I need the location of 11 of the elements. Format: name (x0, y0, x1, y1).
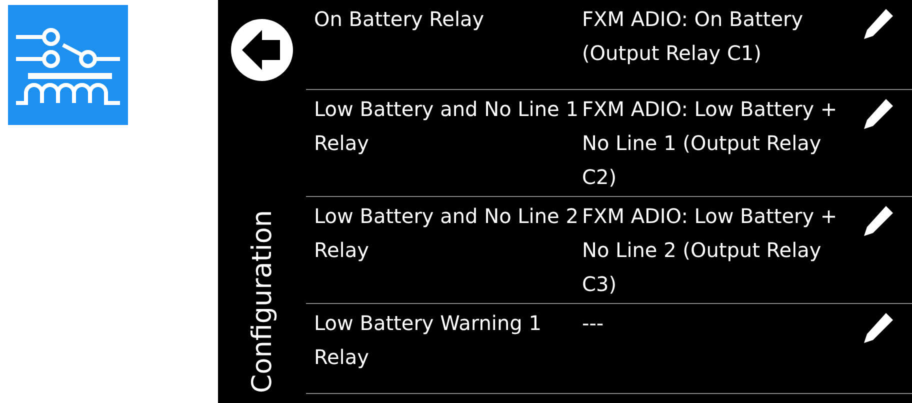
back-button[interactable] (230, 18, 294, 82)
relay-icon (8, 5, 128, 125)
setting-label: On Battery Relay (314, 6, 486, 33)
setting-label: Low Battery Warning 1 Relay (314, 310, 542, 371)
setting-value: FXM ADIO: Low Battery + No Line 2 (Output Relay C3) (582, 203, 838, 298)
setting-label: Low Battery and No Line 1 Relay (314, 96, 580, 157)
setting-label: Low Battery and No Line 2 Relay (314, 203, 580, 264)
setting-value: FXM ADIO: On Battery (Output Relay C1) (582, 6, 804, 67)
setting-value: --- (582, 310, 605, 337)
side-title: Configuration (246, 210, 278, 393)
setting-value: FXM ADIO: Low Battery + No Line 1 (Output Relay C2) (582, 96, 838, 191)
